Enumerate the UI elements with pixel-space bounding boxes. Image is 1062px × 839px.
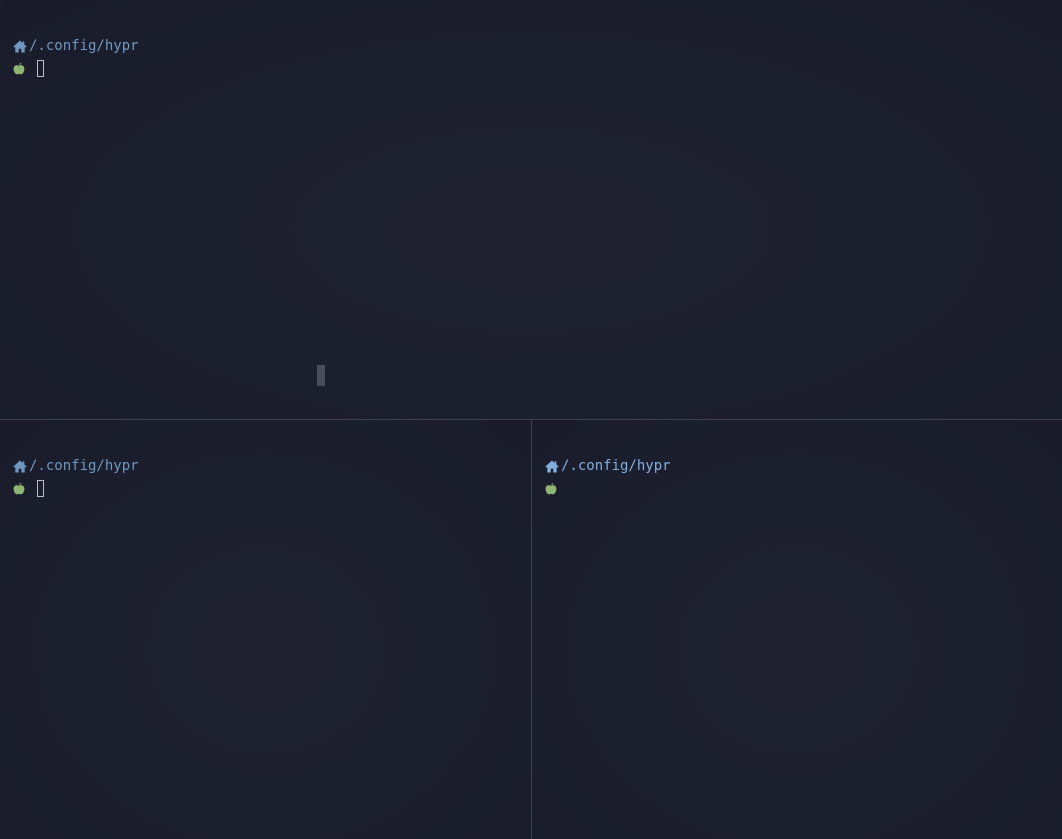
home-icon bbox=[13, 460, 27, 473]
prompt-input-line[interactable] bbox=[545, 478, 557, 498]
home-icon bbox=[545, 460, 559, 473]
prompt-path-line: /.config/hypr bbox=[13, 457, 139, 475]
text-cursor bbox=[37, 59, 44, 77]
terminal-pane-bottom-left[interactable]: /.config/hypr bbox=[0, 420, 531, 839]
terminal-pane-top[interactable]: /.config/hypr bbox=[0, 0, 1062, 419]
terminal-window: /.config/hypr /.config/hypr /.config/hyp… bbox=[0, 0, 1062, 839]
prompt-input-line[interactable] bbox=[13, 478, 44, 498]
prompt-path: /.config/hypr bbox=[29, 458, 139, 474]
prompt-path: /.config/hypr bbox=[561, 458, 671, 474]
terminal-pane-bottom-right[interactable]: /.config/hypr bbox=[532, 420, 1062, 839]
mouse-text-cursor bbox=[317, 365, 325, 386]
prompt-input-line[interactable] bbox=[13, 58, 44, 78]
prompt-path-line: /.config/hypr bbox=[545, 457, 671, 475]
apple-icon bbox=[13, 62, 25, 75]
prompt-path-line: /.config/hypr bbox=[13, 37, 139, 55]
prompt-path: /.config/hypr bbox=[29, 38, 139, 54]
home-icon bbox=[13, 40, 27, 53]
text-cursor bbox=[37, 479, 44, 497]
apple-icon bbox=[545, 482, 557, 495]
apple-icon bbox=[13, 482, 25, 495]
